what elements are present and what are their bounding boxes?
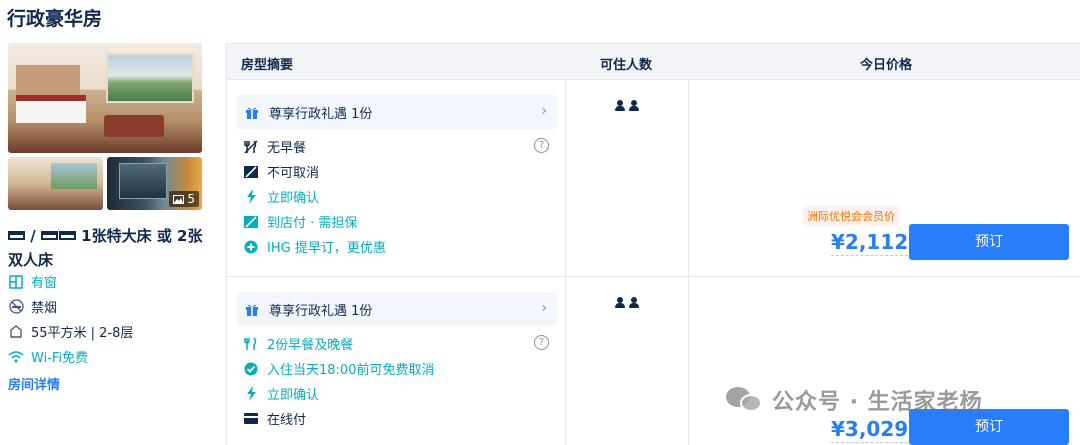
- table-header: 房型摘要 可住人数 今日价格: [227, 44, 1080, 80]
- king-bed-icon: [8, 231, 25, 240]
- plus-circle-icon: [243, 239, 259, 255]
- twin-bed-icon: [40, 231, 58, 240]
- chevron-right-icon: ›: [541, 103, 547, 119]
- image-icon: [173, 194, 185, 204]
- room-title: 行政豪华房: [7, 8, 103, 30]
- watermark-text: 公众号 · 生活家老杨: [772, 390, 983, 415]
- facility-area: 55平方米 | 2-8层: [8, 322, 133, 341]
- pay-at-hotel-icon: [243, 214, 259, 230]
- facility-nosmoking: 禁烟: [8, 297, 57, 316]
- chevron-right-icon: ›: [541, 300, 547, 316]
- feature-meal: 无早餐: [243, 137, 306, 156]
- gift-icon: [246, 107, 258, 119]
- help-icon[interactable]: ?: [534, 138, 549, 153]
- bed-separator: /: [25, 227, 41, 245]
- room-photo-thumb-1[interactable]: [8, 157, 103, 210]
- watermark: 公众号 · 生活家老杨: [726, 384, 983, 416]
- perk-banner[interactable]: 尊享行政礼遇 1份 ›: [237, 292, 557, 326]
- no-cancel-icon: [243, 164, 259, 180]
- feature-payment: 到店付 · 需担保: [243, 212, 357, 231]
- area-icon: [8, 324, 24, 340]
- feature-cancel: 入住当天18:00前可免费取消: [243, 359, 434, 378]
- offer-row: 尊享行政礼遇 1份 › 无早餐 ? 不可取消 立即确认 到店付 · 需担保 IH…: [227, 80, 1080, 277]
- twin-bed-icon: [58, 231, 76, 240]
- window-icon: [8, 274, 24, 290]
- feature-cancel: 不可取消: [243, 162, 319, 181]
- feature-payment: 在线付: [243, 409, 306, 428]
- person-icon: [629, 297, 639, 309]
- perk-banner[interactable]: 尊享行政礼遇 1份 ›: [237, 95, 557, 129]
- book-button[interactable]: 预订: [909, 224, 1069, 260]
- guest-capacity: [615, 100, 639, 112]
- member-price-tag: 洲际优悦会会员价: [803, 206, 899, 226]
- facility-window: 有窗: [8, 272, 57, 291]
- feature-confirm: 立即确认: [243, 187, 319, 206]
- room-photo-thumb-2[interactable]: 5: [107, 157, 202, 210]
- person-icon: [615, 297, 625, 309]
- check-circle-icon: [243, 361, 259, 377]
- price: ¥2,112: [831, 230, 909, 256]
- no-smoking-icon: [8, 299, 24, 315]
- price: ¥3,029: [831, 417, 909, 443]
- bed-info: / 1张特大床 或 2张双人床: [8, 224, 208, 272]
- perk-label: 尊享行政礼遇 1份: [269, 303, 373, 319]
- room-detail-link[interactable]: 房间详情: [8, 374, 60, 393]
- no-breakfast-icon: [243, 139, 259, 155]
- lightning-icon: [243, 189, 259, 205]
- feature-meal: 2份早餐及晚餐: [243, 334, 353, 353]
- help-icon[interactable]: ?: [534, 335, 549, 350]
- wifi-icon: [8, 349, 24, 365]
- gift-icon: [246, 304, 258, 316]
- guest-capacity: [615, 297, 639, 309]
- lightning-icon: [243, 386, 259, 402]
- room-photo-main[interactable]: [8, 43, 202, 153]
- card-icon: [243, 411, 259, 427]
- feature-promo: IHG 提早订，更优惠: [243, 237, 386, 256]
- header-guests: 可住人数: [600, 58, 653, 73]
- offer-row: 尊享行政礼遇 1份 › 2份早餐及晚餐 ? 入住当天18:00前可免费取消 立即…: [227, 277, 1080, 445]
- feature-confirm: 立即确认: [243, 384, 319, 403]
- person-icon: [629, 100, 639, 112]
- person-icon: [615, 100, 625, 112]
- breakfast-icon: [243, 336, 259, 352]
- header-summary: 房型摘要: [241, 58, 294, 73]
- perk-label: 尊享行政礼遇 1份: [269, 106, 373, 122]
- photo-count: 5: [187, 192, 195, 206]
- header-price: 今日价格: [860, 58, 913, 73]
- photo-count-badge: 5: [169, 191, 199, 207]
- facility-wifi: Wi-Fi免费: [8, 347, 88, 366]
- wechat-logo-icon: [726, 385, 764, 415]
